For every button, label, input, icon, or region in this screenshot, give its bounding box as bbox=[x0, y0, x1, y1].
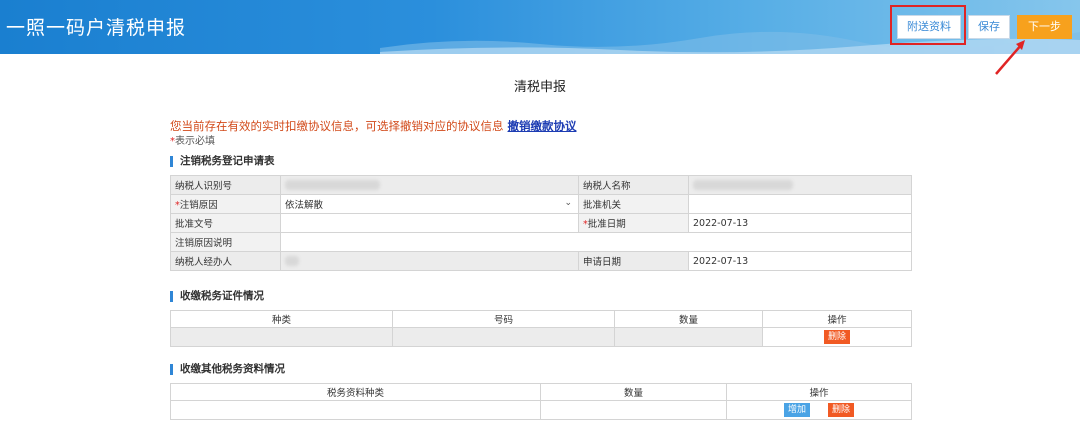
column-header: 种类 bbox=[170, 310, 393, 328]
required-note: *表示必填 bbox=[170, 132, 215, 147]
reg-section-title: 注销税务登记申请表 bbox=[170, 156, 275, 167]
material-type-cell[interactable] bbox=[170, 400, 541, 420]
cancel-reason-label-text: 注销原因 bbox=[179, 200, 218, 211]
taxpayer-id-label: 纳税人识别号 bbox=[170, 175, 281, 195]
cert-section-title: 收缴税务证件情况 bbox=[170, 291, 264, 302]
column-header: 数量 bbox=[614, 310, 763, 328]
approval-doc-label: 批准文号 bbox=[170, 213, 281, 233]
other-section-title: 收缴其他税务资料情况 bbox=[170, 364, 285, 375]
table-row: 增加 删除 bbox=[170, 400, 912, 420]
cancel-reason-select[interactable]: 依法解散 ⌄ bbox=[280, 194, 579, 214]
approval-org-label: 批准机关 bbox=[578, 194, 689, 214]
cancel-reason-value: 依法解散 bbox=[285, 200, 324, 211]
column-header: 操作 bbox=[726, 383, 912, 401]
revoke-agreement-link[interactable]: 撤销缴款协议 bbox=[508, 119, 577, 133]
cert-type-cell[interactable] bbox=[170, 327, 393, 347]
tax-certificates-table: 种类 号码 数量 操作 删除 bbox=[170, 310, 912, 347]
approval-date-input[interactable]: 2022-07-13 bbox=[688, 213, 912, 233]
delete-button[interactable]: 删除 bbox=[823, 330, 850, 344]
required-note-text: 表示必填 bbox=[175, 136, 215, 147]
reason-desc-input[interactable] bbox=[280, 232, 912, 252]
column-header: 号码 bbox=[392, 310, 615, 328]
page-title: 清税申报 bbox=[513, 80, 566, 95]
taxpayer-id-value bbox=[280, 175, 579, 195]
approval-date-label: *批准日期 bbox=[578, 213, 689, 233]
add-button[interactable]: 增加 bbox=[783, 403, 810, 417]
handler-label: 纳税人经办人 bbox=[170, 251, 281, 271]
attach-materials-button[interactable]: 附送资料 bbox=[897, 15, 961, 39]
taxpayer-name-value bbox=[688, 175, 912, 195]
cert-number-cell[interactable] bbox=[392, 327, 615, 347]
taxpayer-name-label: 纳税人名称 bbox=[578, 175, 689, 195]
chevron-down-icon: ⌄ bbox=[564, 198, 572, 208]
column-header: 税务资料种类 bbox=[170, 383, 541, 401]
material-actions-cell: 增加 删除 bbox=[726, 400, 912, 420]
cancel-reason-label: *注销原因 bbox=[170, 194, 281, 214]
table-row: 删除 bbox=[170, 327, 912, 347]
agreement-notice: 您当前存在有效的实时扣缴协议信息，可选择撤销对应的协议信息 撤销缴款协议 bbox=[170, 118, 577, 134]
cert-actions-cell: 删除 bbox=[762, 327, 912, 347]
annotation-arrow-icon bbox=[995, 40, 1025, 75]
other-tax-materials-table: 税务资料种类 数量 操作 增加 删除 bbox=[170, 383, 912, 420]
apply-date-value: 2022-07-13 bbox=[688, 251, 912, 271]
cert-quantity-cell[interactable] bbox=[614, 327, 763, 347]
notice-text: 您当前存在有效的实时扣缴协议信息，可选择撤销对应的协议信息 bbox=[170, 119, 504, 133]
reason-desc-label: 注销原因说明 bbox=[170, 232, 281, 252]
material-quantity-cell[interactable] bbox=[540, 400, 727, 420]
column-header: 数量 bbox=[540, 383, 727, 401]
approval-org-input[interactable] bbox=[688, 194, 912, 214]
deregistration-form-table: 纳税人识别号 纳税人名称 *注销原因 依法解散 ⌄ 批准机关 批准文号 *批准日期… bbox=[170, 175, 912, 271]
app-title: 一照一码户清税申报 bbox=[6, 17, 187, 39]
approval-date-label-text: 批准日期 bbox=[587, 219, 626, 230]
approval-doc-input[interactable] bbox=[280, 213, 579, 233]
apply-date-label: 申请日期 bbox=[578, 251, 689, 271]
handler-value bbox=[280, 251, 579, 271]
delete-button[interactable]: 删除 bbox=[828, 403, 855, 417]
column-header: 操作 bbox=[762, 310, 912, 328]
